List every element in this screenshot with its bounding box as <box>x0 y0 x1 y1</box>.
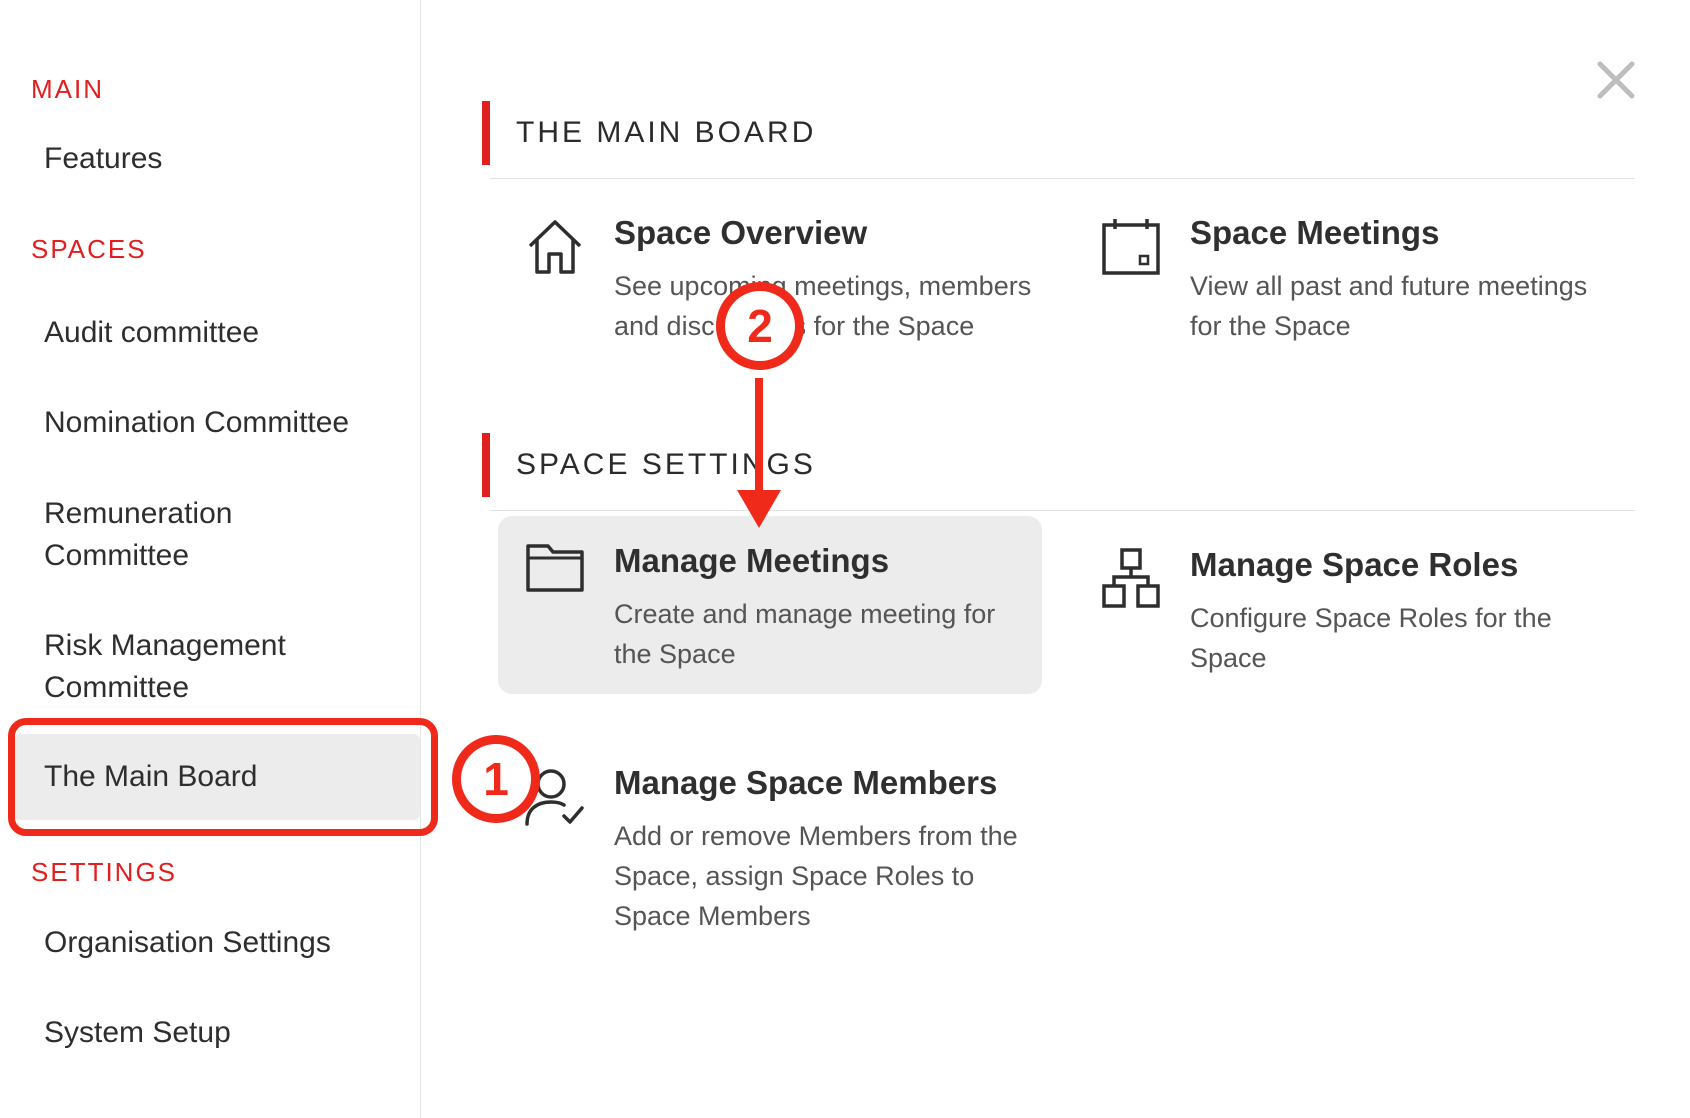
close-button[interactable] <box>1594 58 1638 102</box>
hierarchy-icon <box>1102 548 1160 608</box>
sidebar-item-features[interactable]: Features <box>14 138 420 180</box>
card-title: Manage Space Members <box>614 764 998 801</box>
divider <box>490 510 1635 511</box>
card-title: Space Meetings <box>1190 214 1440 251</box>
calendar-icon <box>1102 219 1160 275</box>
step-badge-2: 2 <box>716 282 804 370</box>
sidebar-item-remuneration-committee[interactable]: Remuneration Committee <box>14 493 420 579</box>
sidebar-item-label: Committee <box>44 539 190 572</box>
card-space-meetings[interactable]: Space Meetings View all past and future … <box>1074 200 1618 360</box>
annotation-arrow-head <box>737 490 781 528</box>
card-description: Create and manage meeting for the Space <box>614 599 996 669</box>
card-description: See upcoming meetings, members and discu… <box>614 271 1032 341</box>
card-description: Add or remove Members from the Space, as… <box>614 821 1018 931</box>
section-heading-settings: SETTINGS <box>31 857 178 887</box>
sidebar-item-risk-management-committee[interactable]: Risk Management Committee <box>14 625 420 711</box>
group-title-space-settings: SPACE SETTINGS <box>482 433 816 497</box>
sidebar-item-label: Committee <box>44 671 190 704</box>
sidebar-item-system-setup[interactable]: System Setup <box>14 1012 420 1054</box>
folder-icon <box>526 544 584 592</box>
step-number: 1 <box>461 744 531 814</box>
annotation-arrow <box>755 378 763 498</box>
highlight-frame <box>8 718 438 836</box>
card-description: View all past and future meetings for th… <box>1190 271 1588 341</box>
home-icon <box>528 220 582 274</box>
card-manage-space-roles[interactable]: Manage Space Roles Configure Space Roles… <box>1074 532 1618 692</box>
divider <box>490 178 1635 179</box>
section-heading-spaces: SPACES <box>31 234 147 264</box>
step-number: 2 <box>725 291 795 361</box>
card-manage-meetings[interactable]: Manage Meetings Create and manage meetin… <box>498 516 1042 694</box>
sidebar-item-nomination-committee[interactable]: Nomination Committee <box>14 402 420 444</box>
card-title: Manage Space Roles <box>1190 546 1519 583</box>
sidebar-item-audit-committee[interactable]: Audit committee <box>14 312 420 354</box>
sidebar-item-label: Risk Management <box>44 629 286 662</box>
sidebar-item-label: Remuneration <box>44 497 233 530</box>
sidebar-nav: MAIN Features SPACES Audit committee Nom… <box>0 0 421 1118</box>
step-badge-1: 1 <box>452 735 540 823</box>
section-heading-main: MAIN <box>31 74 104 104</box>
sidebar-item-organisation-settings[interactable]: Organisation Settings <box>14 922 420 964</box>
card-manage-space-members[interactable]: Manage Space Members Add or remove Membe… <box>498 750 1042 950</box>
card-title: Space Overview <box>614 214 868 251</box>
card-description: Configure Space Roles for the Space <box>1190 603 1552 673</box>
group-title-main-board: THE MAIN BOARD <box>482 101 816 165</box>
card-title: Manage Meetings <box>614 542 890 579</box>
close-icon <box>1597 61 1635 99</box>
